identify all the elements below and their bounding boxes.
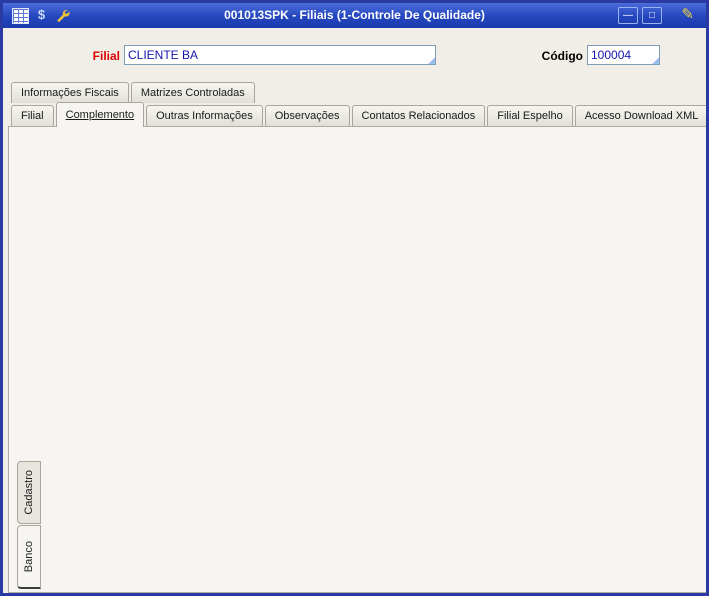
filial-input[interactable] <box>124 45 436 65</box>
side-tab-cadastro-label: Cadastro <box>23 470 35 515</box>
codigo-input[interactable] <box>587 45 660 65</box>
app-window: $ 001013SPK - Filiais (1-Controle De Qua… <box>0 0 709 596</box>
main-tab-strip: Filial Complemento Outras Informações Ob… <box>11 102 706 127</box>
tab-filial[interactable]: Filial <box>11 105 54 126</box>
side-tab-cadastro[interactable]: Cadastro <box>17 461 41 524</box>
upper-tab-strip: Informações Fiscais Matrizes Controladas <box>11 82 257 103</box>
filial-label: Filial <box>92 49 120 63</box>
codigo-label: Código <box>541 49 583 63</box>
complemento-tab-page <box>8 126 706 593</box>
tab-informacoes-fiscais[interactable]: Informações Fiscais <box>11 82 129 103</box>
side-tab-banco-label: Banco <box>23 540 35 573</box>
window-title: 001013SPK - Filiais (1-Controle De Quali… <box>224 8 485 22</box>
titlebar[interactable]: $ 001013SPK - Filiais (1-Controle De Qua… <box>3 3 706 28</box>
side-tab-banco[interactable]: Banco <box>17 525 41 589</box>
minimize-button[interactable]: — <box>618 7 638 24</box>
tab-complemento[interactable]: Complemento <box>55 102 145 127</box>
edit-pencil-icon[interactable]: ✎ <box>681 5 694 23</box>
tab-contatos-relacionados[interactable]: Contatos Relacionados <box>351 105 486 126</box>
tab-observacoes[interactable]: Observações <box>264 105 350 126</box>
tab-acesso-download-xml[interactable]: Acesso Download XML <box>574 105 706 126</box>
tab-outras-informacoes[interactable]: Outras Informações <box>146 105 263 126</box>
tab-matrizes-controladas[interactable]: Matrizes Controladas <box>130 82 255 103</box>
tab-filial-espelho[interactable]: Filial Espelho <box>487 105 573 126</box>
maximize-button[interactable]: □ <box>642 7 662 24</box>
